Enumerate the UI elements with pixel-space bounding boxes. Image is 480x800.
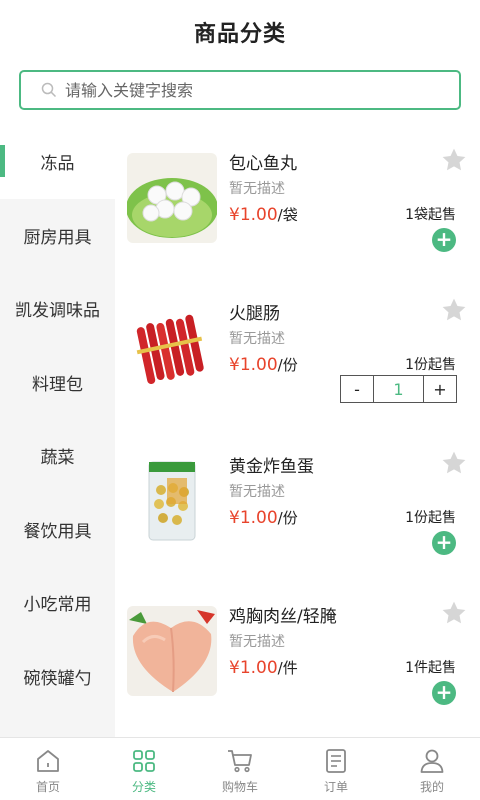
favorite-star-icon[interactable]: [441, 147, 467, 173]
tab-profile[interactable]: 我的: [384, 738, 480, 800]
add-to-cart-button[interactable]: +: [432, 531, 456, 555]
product-price: ¥1.00/份: [229, 507, 298, 528]
cart-icon: [228, 750, 252, 773]
sidebar-item-utensils[interactable]: 碗筷罐勺: [0, 640, 115, 714]
sidebar-item-label: 碗筷罐勺: [23, 668, 92, 689]
min-order-label: 1份起售: [405, 357, 456, 373]
product-image-chicken-breast[interactable]: [127, 606, 217, 696]
tab-orders[interactable]: 订单: [288, 738, 384, 800]
product-name[interactable]: 包心鱼丸: [229, 149, 297, 174]
sidebar-item-label: 小吃常用: [23, 595, 92, 616]
product-card[interactable]: 火腿肠 暂无描述 ¥1.00/份 1份起售 - 1 +: [115, 275, 480, 425]
quantity-value[interactable]: 1: [373, 376, 424, 402]
price-amount: ¥1.00: [229, 658, 278, 678]
search-icon: [41, 82, 57, 98]
price-unit: /份: [277, 356, 298, 374]
min-order-label: 1份起售: [405, 510, 456, 526]
sidebar-item-label: 料理包: [32, 374, 83, 395]
increment-button[interactable]: +: [424, 376, 456, 402]
product-image-fishballs[interactable]: [127, 153, 217, 243]
product-image-fish-eggs[interactable]: [127, 456, 217, 546]
product-price: ¥1.00/件: [229, 657, 298, 678]
price-amount: ¥1.00: [229, 205, 278, 225]
sidebar-item-label: 厨房用具: [23, 227, 92, 248]
sidebar-item-seasoning[interactable]: 凯发调味品: [0, 272, 115, 346]
order-icon: [326, 749, 346, 773]
favorite-star-icon[interactable]: [441, 297, 467, 323]
sidebar-item-dining-ware[interactable]: 餐饮用具: [0, 493, 115, 567]
product-list: 包心鱼丸 暂无描述 ¥1.00/袋 1袋起售 + 火腿肠 暂无描述 ¥1.00/…: [115, 125, 480, 737]
product-card[interactable]: 包心鱼丸 暂无描述 ¥1.00/袋 1袋起售 +: [115, 125, 480, 275]
min-order-label: 1件起售: [405, 660, 456, 676]
tab-category[interactable]: 分类: [96, 738, 192, 800]
price-unit: /份: [277, 509, 298, 527]
price-unit: /袋: [277, 206, 298, 224]
sidebar-item-label: 凯发调味品: [15, 301, 100, 322]
home-icon: [37, 750, 59, 772]
decrement-button[interactable]: -: [341, 376, 373, 402]
tab-label: 分类: [131, 780, 156, 794]
product-name[interactable]: 鸡胸肉丝/轻腌: [229, 602, 337, 627]
price-amount: ¥1.00: [229, 508, 278, 528]
sidebar-item-label: 蔬菜: [40, 448, 75, 469]
product-description: 暂无描述: [229, 181, 285, 197]
sidebar-item-snacks[interactable]: 小吃常用: [0, 566, 115, 640]
search-bar: [0, 64, 480, 116]
add-to-cart-button[interactable]: +: [432, 681, 456, 705]
quantity-stepper: - 1 +: [340, 375, 457, 403]
tab-cart[interactable]: 购物车: [192, 738, 288, 800]
sidebar-item-prepared-meals[interactable]: 料理包: [0, 346, 115, 420]
tab-label: 我的: [419, 780, 444, 794]
category-sidebar: 冻品 厨房用具 凯发调味品 料理包 蔬菜 餐饮用具 小吃常用 碗筷罐勺: [0, 125, 115, 737]
tab-label: 首页: [35, 780, 60, 794]
sidebar-item-label: 餐饮用具: [23, 521, 92, 542]
page-header: 商品分类: [0, 0, 480, 64]
product-description: 暂无描述: [229, 484, 285, 500]
product-card[interactable]: 鸡胸肉丝/轻腌 暂无描述 ¥1.00/件 1件起售 +: [115, 578, 480, 728]
product-price: ¥1.00/袋: [229, 204, 298, 225]
user-icon: [420, 749, 444, 773]
tab-label: 订单: [323, 780, 348, 794]
main-content: 冻品 厨房用具 凯发调味品 料理包 蔬菜 餐饮用具 小吃常用 碗筷罐勺 包心鱼丸…: [0, 125, 480, 737]
search-input[interactable]: [65, 80, 425, 100]
sidebar-item-label: 冻品: [40, 154, 75, 175]
price-amount: ¥1.00: [229, 355, 278, 375]
product-name[interactable]: 黄金炸鱼蛋: [229, 452, 314, 477]
category-icon: [133, 750, 155, 772]
price-unit: /件: [277, 659, 298, 677]
tab-label: 购物车: [221, 780, 258, 794]
sidebar-item-kitchenware[interactable]: 厨房用具: [0, 199, 115, 273]
product-description: 暂无描述: [229, 634, 285, 650]
sidebar-item-vegetables[interactable]: 蔬菜: [0, 419, 115, 493]
product-image-sausage[interactable]: [127, 303, 217, 393]
favorite-star-icon[interactable]: [441, 600, 467, 626]
search-box[interactable]: [19, 70, 461, 110]
page-title: 商品分类: [193, 22, 286, 47]
add-to-cart-button[interactable]: +: [432, 228, 456, 252]
bottom-tab-bar: 首页 分类 购物车 订单 我的: [0, 737, 480, 800]
product-description: 暂无描述: [229, 331, 285, 347]
sidebar-item-frozen[interactable]: 冻品: [0, 125, 115, 199]
product-card[interactable]: 黄金炸鱼蛋 暂无描述 ¥1.00/份 1份起售 +: [115, 428, 480, 578]
min-order-label: 1袋起售: [405, 207, 456, 223]
favorite-star-icon[interactable]: [441, 450, 467, 476]
product-name[interactable]: 火腿肠: [229, 299, 280, 324]
product-price: ¥1.00/份: [229, 354, 298, 375]
tab-home[interactable]: 首页: [0, 738, 96, 800]
